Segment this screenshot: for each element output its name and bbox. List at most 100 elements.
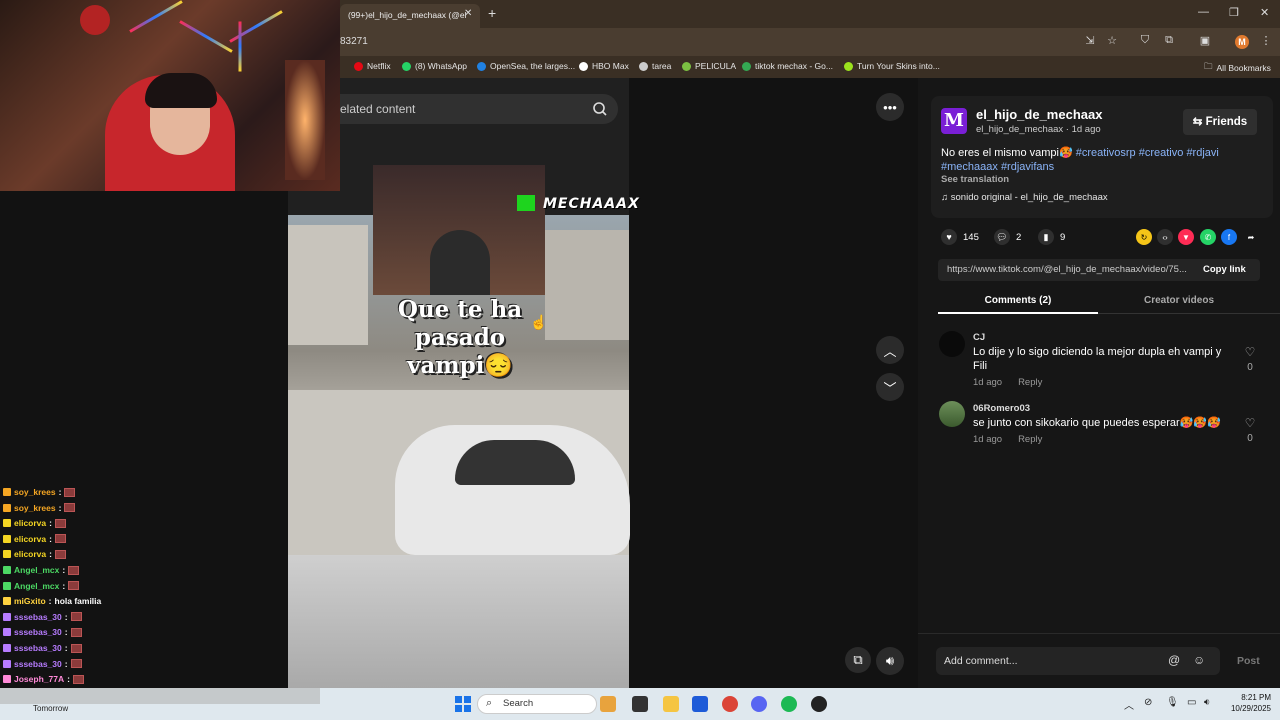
whatsapp-icon[interactable]: ✆ bbox=[1200, 229, 1216, 245]
bookmark-icon[interactable]: ▮ bbox=[1038, 229, 1054, 245]
all-bookmarks[interactable]: 🗀 All Bookmarks bbox=[1204, 61, 1271, 75]
bookmark-favicon-icon bbox=[354, 61, 363, 71]
windows-start-icon[interactable] bbox=[455, 696, 471, 712]
chrome-icon[interactable] bbox=[722, 696, 738, 712]
tray-app-icon[interactable]: ⊘ bbox=[1144, 697, 1152, 708]
spotify-icon[interactable] bbox=[781, 696, 797, 712]
tab-comments[interactable]: Comments (2) bbox=[938, 295, 1098, 306]
bookmark-star-icon[interactable]: ☆ bbox=[1104, 34, 1120, 47]
minimize-icon[interactable]: — bbox=[1198, 6, 1209, 18]
send-icon[interactable]: ▼ bbox=[1178, 229, 1194, 245]
shield-icon[interactable]: ⛉ bbox=[1137, 34, 1153, 47]
more-options-icon[interactable]: ••• bbox=[876, 93, 904, 121]
chat-username[interactable]: soy_krees bbox=[14, 503, 56, 513]
tray-chevron-up-icon[interactable]: ︿ bbox=[1124, 697, 1134, 712]
bookmark-item[interactable]: tarea bbox=[639, 61, 671, 71]
bookmark-item[interactable]: Turn Your Skins into... bbox=[844, 61, 940, 71]
comment-username[interactable]: 06Romero03 bbox=[973, 403, 1030, 414]
creator-avatar[interactable]: M bbox=[941, 108, 967, 134]
previous-video-chevron-up-icon[interactable]: ︿ bbox=[876, 336, 904, 364]
volume-icon[interactable]: 🔊︎ bbox=[876, 647, 904, 675]
sound-link[interactable]: ♫ sonido original - el_hijo_de_mechaax bbox=[941, 192, 1108, 203]
hashtag[interactable]: #rdjavi bbox=[1186, 147, 1218, 159]
network-icon[interactable]: ▭ bbox=[1187, 697, 1196, 708]
tab-creator-videos[interactable]: Creator videos bbox=[1098, 295, 1260, 306]
emoji-icon[interactable]: ☺ bbox=[1193, 653, 1205, 667]
chat-username[interactable]: sssebas_30 bbox=[14, 612, 62, 622]
task-view-icon[interactable] bbox=[632, 696, 648, 712]
embed-icon[interactable]: ‹› bbox=[1157, 229, 1173, 245]
comment-placeholder[interactable]: Add comment... bbox=[944, 655, 1018, 667]
chat-username[interactable]: elicorva bbox=[14, 518, 46, 528]
save-action[interactable]: ▮ 9 bbox=[1038, 229, 1065, 245]
speaker-icon[interactable]: 🔉︎ bbox=[1204, 697, 1210, 708]
heart-icon[interactable]: ♥ bbox=[941, 229, 957, 245]
next-video-chevron-down-icon[interactable]: ﹀ bbox=[876, 373, 904, 401]
close-tab-icon[interactable]: ✕ bbox=[464, 8, 472, 19]
hashtag[interactable]: #creativo bbox=[1139, 147, 1184, 159]
comment-username[interactable]: CJ bbox=[973, 332, 985, 343]
file-explorer-icon[interactable] bbox=[663, 696, 679, 712]
bookmark-item[interactable]: (8) WhatsApp bbox=[402, 61, 467, 71]
creator-username[interactable]: el_hijo_de_mechaax bbox=[976, 107, 1102, 122]
browser-tab[interactable]: (99+)el_hijo_de_mechaax (@el bbox=[340, 4, 480, 28]
chat-username[interactable]: sssebas_30 bbox=[14, 627, 62, 637]
hashtag[interactable]: #mechaaax bbox=[941, 161, 998, 173]
chat-username[interactable]: sssebas_30 bbox=[14, 659, 62, 669]
comment-bubble-icon[interactable]: 💬︎ bbox=[994, 229, 1010, 245]
copy-link-button[interactable]: Copy link bbox=[1203, 264, 1246, 275]
chat-username[interactable]: Angel_mcx bbox=[14, 581, 59, 591]
bookmark-item[interactable]: PELICULA bbox=[682, 61, 736, 71]
comment-action[interactable]: 💬︎ 2 bbox=[994, 229, 1021, 245]
weather-widget[interactable] bbox=[0, 688, 320, 704]
chat-badge-icon bbox=[3, 644, 11, 652]
taskbar-search[interactable] bbox=[477, 694, 597, 714]
chat-username[interactable]: elicorva bbox=[14, 549, 46, 559]
bookmark-item[interactable]: OpenSea, the larges... bbox=[477, 61, 575, 71]
side-panel-icon[interactable]: ▣ bbox=[1197, 34, 1213, 47]
facebook-icon[interactable]: f bbox=[1221, 229, 1237, 245]
hashtag[interactable]: #creativosrp bbox=[1076, 147, 1136, 159]
bookmark-item[interactable]: Netflix bbox=[354, 61, 391, 71]
comment-like-heart-icon[interactable]: ♡ bbox=[1243, 416, 1257, 430]
bookmark-item[interactable]: HBO Max bbox=[579, 61, 629, 71]
post-comment-button[interactable]: Post bbox=[1237, 655, 1260, 667]
menu-kebab-icon[interactable]: ⋮ bbox=[1258, 34, 1274, 47]
chat-username[interactable]: elicorva bbox=[14, 534, 46, 544]
chat-username[interactable]: miGxito bbox=[14, 596, 46, 606]
discord-icon[interactable] bbox=[751, 696, 767, 712]
system-clock[interactable]: 8:21 PM 10/29/2025 bbox=[1223, 692, 1271, 714]
bookmark-item[interactable]: tiktok mechax - Go... bbox=[742, 61, 833, 71]
hashtag[interactable]: #rdjavifans bbox=[1001, 161, 1054, 173]
see-translation-link[interactable]: See translation bbox=[941, 174, 1009, 185]
close-window-icon[interactable]: ✕ bbox=[1260, 6, 1269, 19]
commenter-avatar[interactable] bbox=[939, 401, 965, 427]
new-tab-button[interactable]: + bbox=[488, 5, 496, 21]
profile-avatar[interactable]: M bbox=[1235, 35, 1249, 49]
chat-username[interactable]: soy_krees bbox=[14, 487, 56, 497]
search-icon[interactable] bbox=[592, 101, 608, 117]
floating-player-icon[interactable]: ⧉ bbox=[845, 647, 871, 673]
share-arrow-icon[interactable]: ➦ bbox=[1243, 229, 1259, 245]
repost-icon[interactable]: ↻ bbox=[1136, 229, 1152, 245]
chat-username[interactable]: sssebas_30 bbox=[14, 643, 62, 653]
store-icon[interactable] bbox=[692, 696, 708, 712]
app-icon[interactable] bbox=[811, 696, 827, 712]
related-search-input[interactable]: elated content bbox=[340, 102, 415, 116]
video-link[interactable]: https://www.tiktok.com/@el_hijo_de_mecha… bbox=[947, 264, 1193, 275]
like-action[interactable]: ♥ 145 bbox=[941, 229, 979, 245]
chat-username[interactable]: Angel_mcx bbox=[14, 565, 59, 575]
friends-button[interactable]: ⇆ Friends bbox=[1183, 109, 1257, 135]
bird-widget-icon[interactable] bbox=[600, 696, 616, 712]
restore-icon[interactable]: ❐ bbox=[1229, 6, 1239, 19]
reply-button[interactable]: Reply bbox=[1018, 377, 1042, 388]
reply-button[interactable]: Reply bbox=[1018, 434, 1042, 445]
url-text[interactable]: 83271 bbox=[340, 36, 368, 47]
mention-icon[interactable]: @ bbox=[1168, 653, 1180, 667]
microphone-icon[interactable]: 🎙︎ bbox=[1166, 697, 1179, 708]
install-app-icon[interactable]: ⇲ bbox=[1082, 34, 1098, 47]
chat-username[interactable]: Joseph_77A bbox=[14, 674, 64, 684]
comment-like-heart-icon[interactable]: ♡ bbox=[1243, 345, 1257, 359]
commenter-avatar[interactable] bbox=[939, 331, 965, 357]
extensions-icon[interactable]: ⧉ bbox=[1161, 34, 1177, 47]
